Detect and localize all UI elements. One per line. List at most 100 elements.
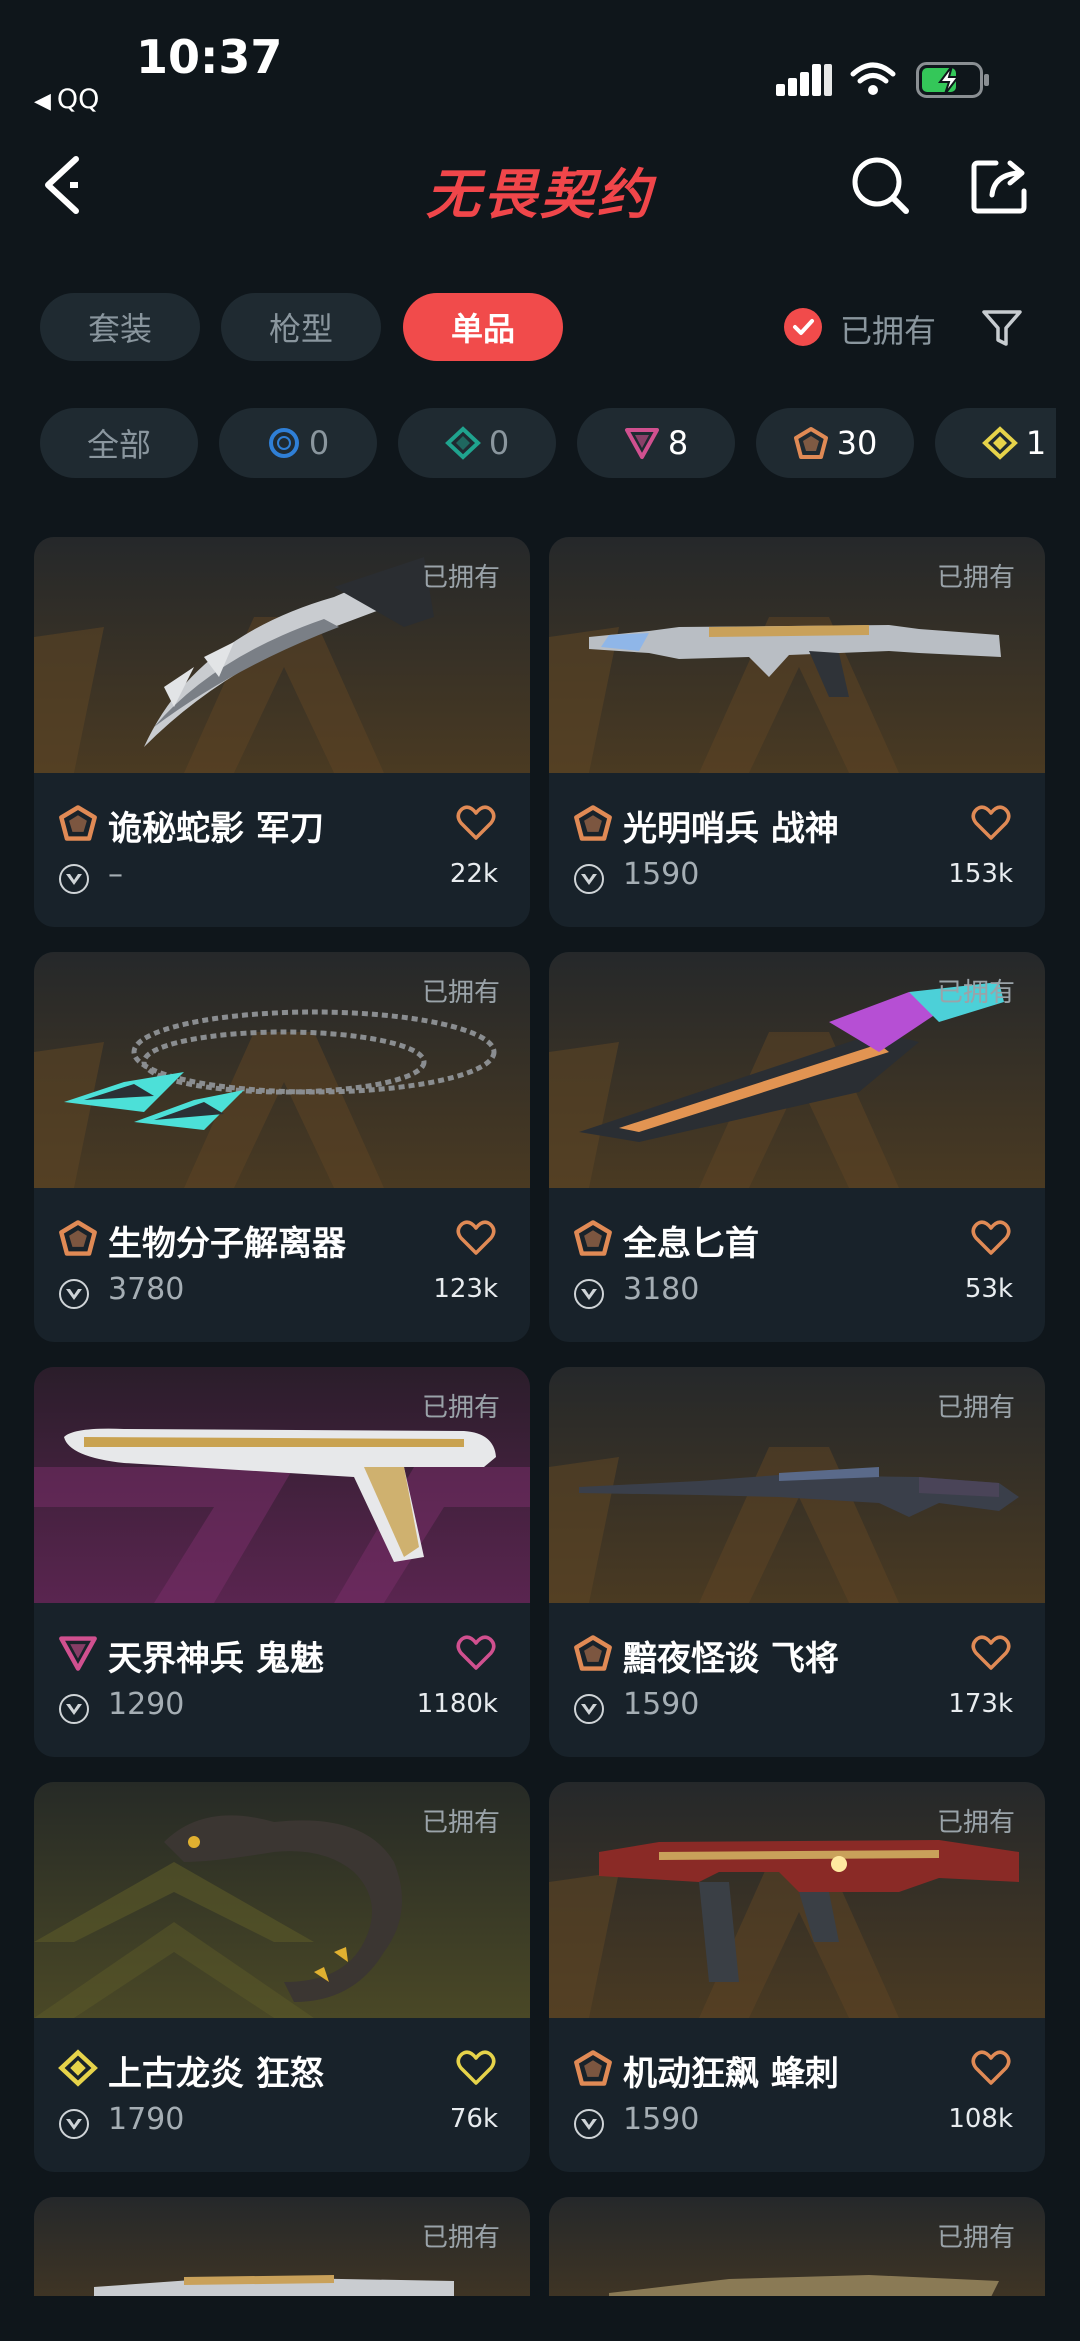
deluxe-tier-icon bbox=[444, 426, 481, 460]
status-bar: 10:37 ◀ QQ bbox=[0, 0, 1080, 120]
premium-tier-icon bbox=[624, 428, 659, 459]
bottom-fade bbox=[0, 2296, 1080, 2341]
valorant-points-icon bbox=[574, 1694, 604, 1724]
tab-single-item[interactable]: 单品 bbox=[403, 293, 563, 361]
smg-image bbox=[599, 1840, 1019, 1982]
heart-icon[interactable] bbox=[971, 2050, 1011, 2086]
item-price: 1590 bbox=[623, 2102, 700, 2137]
sniper-rifle-image bbox=[579, 1467, 1019, 1517]
exclusive-tier-icon bbox=[793, 427, 828, 459]
owned-checkbox[interactable] bbox=[784, 308, 822, 346]
heart-icon[interactable] bbox=[971, 1635, 1011, 1671]
owned-tag: 已拥有 bbox=[936, 1393, 1015, 1423]
item-card[interactable]: 已拥有 天界神兵 鬼魅 1180k 1290 bbox=[34, 1367, 530, 1757]
like-count: 173k bbox=[948, 1689, 1013, 1719]
owned-filter-label[interactable]: 已拥有 bbox=[840, 306, 936, 352]
chip-ultra[interactable]: 1 bbox=[935, 408, 1056, 478]
item-card[interactable]: 已拥有 全息匕首 53k 3180 bbox=[549, 952, 1045, 1342]
exclusive-tier-icon bbox=[574, 805, 612, 841]
filter-icon[interactable] bbox=[980, 306, 1024, 350]
like-count: 108k bbox=[948, 2104, 1013, 2134]
valorant-points-icon bbox=[59, 864, 89, 894]
item-name: 机动狂飙 蜂刺 bbox=[623, 2054, 839, 2094]
app-title: 无畏契约 bbox=[426, 163, 654, 226]
chip-deluxe[interactable]: 0 bbox=[398, 408, 556, 478]
item-name: 黯夜怪谈 飞将 bbox=[623, 1639, 839, 1679]
owned-tag: 已拥有 bbox=[936, 563, 1015, 593]
exclusive-tier-icon bbox=[59, 805, 97, 841]
heart-icon[interactable] bbox=[456, 1220, 496, 1256]
sabre-knife-image bbox=[144, 557, 434, 747]
chain-blade-image bbox=[64, 1009, 497, 1130]
owned-tag: 已拥有 bbox=[421, 2223, 500, 2253]
heart-icon[interactable] bbox=[456, 805, 496, 841]
premium-tier-icon bbox=[59, 1636, 97, 1671]
chip-premium[interactable]: 8 bbox=[577, 408, 735, 478]
owned-tag: 已拥有 bbox=[936, 978, 1015, 1008]
item-card[interactable]: 已拥有 机动狂飙 蜂刺 108k 1590 bbox=[549, 1782, 1045, 2172]
item-name: 诡秘蛇影 军刀 bbox=[108, 809, 324, 849]
share-icon[interactable] bbox=[970, 155, 1030, 215]
operator-rifle-image bbox=[589, 625, 1001, 697]
exclusive-tier-icon bbox=[574, 1220, 612, 1256]
item-name: 全息匕首 bbox=[623, 1224, 759, 1264]
owned-tag: 已拥有 bbox=[421, 978, 500, 1008]
item-card[interactable]: 已拥有 光明哨兵 战神 153k 1590 bbox=[549, 537, 1045, 927]
signal-icon bbox=[776, 64, 832, 96]
item-price: 3780 bbox=[108, 1272, 185, 1307]
tab-weapon-type[interactable]: 枪型 bbox=[221, 293, 381, 361]
item-price: 3180 bbox=[623, 1272, 700, 1307]
item-name: 生物分子解离器 bbox=[108, 1224, 346, 1264]
back-to-app-link[interactable]: ◀ QQ bbox=[34, 84, 99, 115]
ultra-tier-icon bbox=[981, 426, 1018, 460]
chip-all-label: 全部 bbox=[86, 426, 151, 464]
owned-tag: 已拥有 bbox=[936, 2223, 1015, 2253]
valorant-points-icon bbox=[574, 1279, 604, 1309]
chip-select[interactable]: 0 bbox=[219, 408, 377, 478]
like-count: 76k bbox=[449, 2104, 498, 2134]
back-triangle-icon: ◀ bbox=[34, 89, 51, 114]
owned-tag: 已拥有 bbox=[421, 1393, 500, 1423]
valorant-points-icon bbox=[59, 1694, 89, 1724]
back-app-label: QQ bbox=[56, 84, 100, 115]
battery-icon bbox=[916, 62, 989, 98]
checkmark-icon bbox=[793, 319, 814, 335]
item-card[interactable]: 已拥有 黯夜怪谈 飞将 173k 1590 bbox=[549, 1367, 1045, 1757]
item-card[interactable]: 已拥有 上古龙炎 狂怒 76k 1790 bbox=[34, 1782, 530, 2172]
heart-icon[interactable] bbox=[456, 2050, 496, 2086]
like-count: 53k bbox=[964, 1274, 1013, 1304]
chip-exclusive[interactable]: 30 bbox=[756, 408, 914, 478]
chip-select-count: 0 bbox=[308, 424, 330, 462]
search-icon[interactable] bbox=[850, 155, 910, 215]
item-price: 1790 bbox=[108, 2102, 185, 2137]
item-card[interactable]: 已拥有 生物分子解离器 123k 3780 bbox=[34, 952, 530, 1342]
like-count: 22k bbox=[449, 859, 498, 889]
valorant-points-icon bbox=[59, 2109, 89, 2139]
chip-premium-count: 8 bbox=[667, 424, 689, 462]
heart-icon[interactable] bbox=[456, 1635, 496, 1671]
owned-tag: 已拥有 bbox=[421, 563, 500, 593]
exclusive-tier-icon bbox=[574, 2050, 612, 2086]
item-name: 天界神兵 鬼魅 bbox=[108, 1639, 324, 1679]
item-name: 光明哨兵 战神 bbox=[623, 809, 839, 849]
owned-tag: 已拥有 bbox=[936, 1808, 1015, 1838]
tab-bundle[interactable]: 套装 bbox=[40, 293, 200, 361]
item-card[interactable]: 已拥有 诡秘蛇影 军刀 22k – bbox=[34, 537, 530, 927]
exclusive-tier-icon bbox=[59, 1220, 97, 1256]
like-count: 1180k bbox=[416, 1689, 498, 1719]
valorant-points-icon bbox=[574, 2109, 604, 2139]
chip-all[interactable]: 全部 bbox=[40, 408, 198, 478]
exclusive-tier-icon bbox=[574, 1635, 612, 1671]
heart-icon[interactable] bbox=[971, 805, 1011, 841]
owned-tag: 已拥有 bbox=[421, 1808, 500, 1838]
item-price: – bbox=[108, 857, 123, 892]
ghost-pistol-image bbox=[64, 1428, 496, 1562]
select-tier-icon bbox=[268, 428, 299, 458]
item-name: 上古龙炎 狂怒 bbox=[108, 2054, 324, 2094]
dragon-rifle-image bbox=[164, 1815, 402, 2002]
rarity-filter-bar: 全部 0 0 8 30 1 bbox=[40, 408, 1056, 478]
like-count: 153k bbox=[948, 859, 1013, 889]
heart-icon[interactable] bbox=[971, 1220, 1011, 1256]
item-price: 1290 bbox=[108, 1687, 185, 1722]
chip-exclusive-count: 30 bbox=[836, 424, 878, 462]
